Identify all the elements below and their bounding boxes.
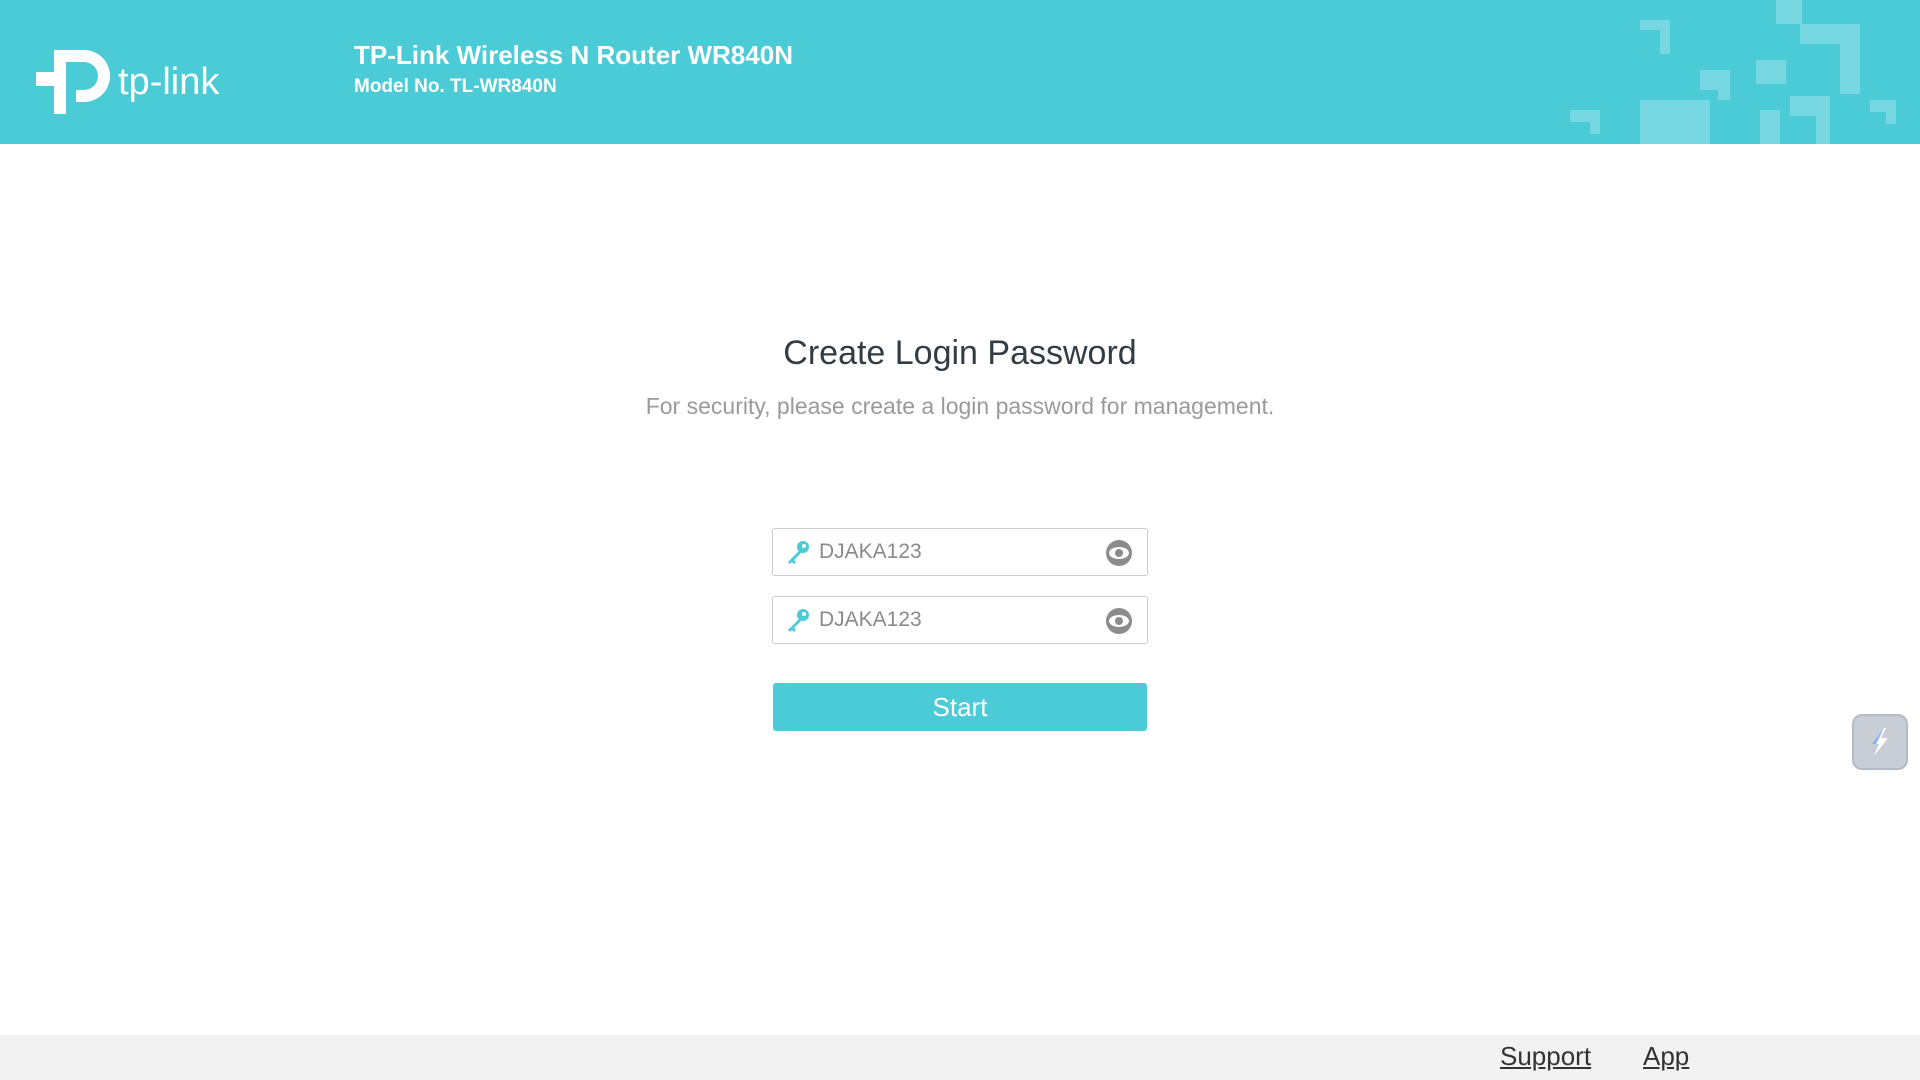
- footer-bar: Support App: [0, 1035, 1920, 1080]
- key-icon: [788, 541, 809, 564]
- new-password-input[interactable]: [819, 529, 1089, 575]
- tp-link-logo: tp-link: [36, 40, 236, 116]
- header-bar: tp-link TP-Link Wireless N Router WR840N…: [0, 0, 1920, 144]
- page-title: Create Login Password: [783, 334, 1137, 372]
- product-name: TP-Link Wireless N Router WR840N: [354, 40, 793, 70]
- floating-assistant-button[interactable]: [1852, 714, 1908, 770]
- svg-text:tp-link: tp-link: [118, 61, 220, 103]
- start-button[interactable]: Start: [773, 683, 1147, 731]
- eye-icon[interactable]: [1103, 539, 1135, 567]
- key-icon: [788, 609, 809, 632]
- support-link[interactable]: Support: [1500, 1041, 1591, 1072]
- confirm-password-input[interactable]: [819, 597, 1089, 643]
- model-number: Model No. TL-WR840N: [354, 76, 557, 97]
- app-link[interactable]: App: [1643, 1041, 1689, 1072]
- page-subtitle: For security, please create a login pass…: [645, 393, 1275, 419]
- eye-icon[interactable]: [1103, 607, 1135, 635]
- header-decorative-pattern: [1570, 0, 1896, 144]
- lightning-icon: [1872, 728, 1888, 756]
- new-password-field[interactable]: [772, 528, 1148, 576]
- confirm-password-field[interactable]: [772, 596, 1148, 644]
